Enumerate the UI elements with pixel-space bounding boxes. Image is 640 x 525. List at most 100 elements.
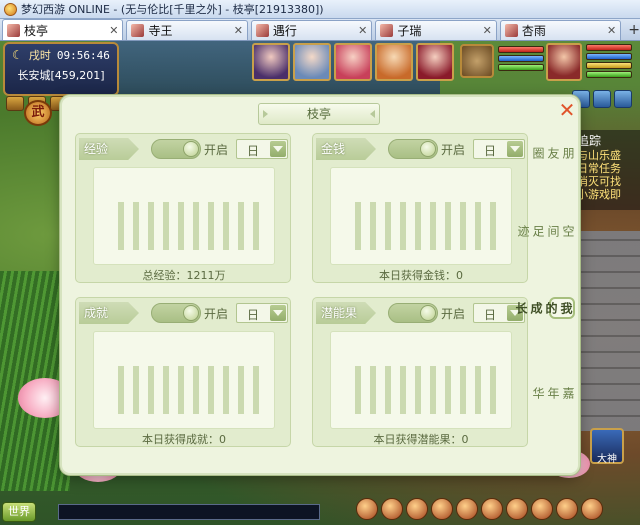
money-period-select[interactable]: 日 [473,139,525,159]
team-member-portrait[interactable] [375,43,413,81]
chart-placeholder-bar [445,202,451,250]
add-tab-icon[interactable]: + [628,22,640,40]
tab-close-icon[interactable]: ✕ [483,24,492,37]
team-member-portrait[interactable] [293,43,331,81]
toggle-knob [420,141,436,157]
buff-icon[interactable] [614,90,632,108]
chart-placeholder-bar [238,366,244,414]
team-member-portrait[interactable] [416,43,454,81]
team-member-portrait[interactable] [334,43,372,81]
team-member-portrait[interactable] [252,43,290,81]
nav-space-footprint[interactable]: 空间足迹 [516,225,575,237]
tab-close-icon[interactable]: ✕ [109,24,118,37]
tab-2[interactable]: 遇行 ✕ [250,20,373,40]
chart-placeholder-bar [178,366,184,414]
growth-dialog: 枝亭 ✕ 经验 开启 日 总经验：1211万 金钱 开启 日 本日获得金钱：0 [60,95,580,475]
player-exp-bar [586,71,632,78]
achievement-summary: 本日获得成就：0 [142,433,226,446]
moon-icon: ☾ [12,48,23,62]
chart-placeholder-bar [238,202,244,250]
player-mp-bar [586,53,632,60]
tab-0[interactable]: 枝亭 ✕ [2,19,124,40]
achievement-toggle[interactable] [151,303,201,323]
potential-toggle[interactable] [388,303,438,323]
nav-carnival[interactable]: 嘉年华 [531,387,575,399]
tab-avatar-icon [255,24,269,37]
toggle-knob [420,305,436,321]
exp-toggle[interactable] [151,139,201,159]
chart-placeholder-bar [223,366,229,414]
select-value: 日 [484,308,497,322]
chart-placeholder-bar [253,202,259,250]
chart-placeholder-bar [490,202,496,250]
exp-period-select[interactable]: 日 [236,139,288,159]
chart-placeholder-bar [355,366,361,414]
achievement-chart [93,331,275,429]
location-coordinates: 长安城[459,201] [17,69,105,82]
chart-placeholder-bar [193,366,199,414]
quest-line: 小游戏即 [577,188,621,201]
chart-placeholder-bar [223,202,229,250]
team-icon[interactable] [456,498,478,520]
nav-my-growth[interactable]: 我的成长 [514,297,575,319]
chart-placeholder-bar [133,366,139,414]
chat-input[interactable] [58,504,320,520]
trade-icon[interactable] [431,498,453,520]
chart-placeholder-bar [163,202,169,250]
task-icon[interactable] [506,498,528,520]
chevron-down-icon[interactable] [507,141,523,157]
map-icon[interactable] [6,96,24,111]
close-icon[interactable]: ✕ [557,100,577,121]
tab-1[interactable]: 寺王 ✕ [126,20,248,40]
tab-close-icon[interactable]: ✕ [607,24,616,37]
achievement-panel: 成就 开启 日 本日获得成就：0 [75,297,291,447]
quest-tracker[interactable]: 追踪 与山乐盛 日常任务 消灭可找 小游戏即 [574,130,640,210]
item-icon[interactable] [381,498,403,520]
pet-icon[interactable] [481,498,503,520]
chart-placeholder-bar [253,366,259,414]
tab-avatar-icon [7,23,20,37]
system-icon[interactable] [581,498,603,520]
pet-exp-bar [498,64,544,71]
chevron-down-icon[interactable] [270,141,286,157]
chart-placeholder-bar [118,366,124,414]
chart-placeholder-bar [460,202,466,250]
potential-chart [330,331,512,429]
attack-icon[interactable] [356,498,378,520]
world-chat-button[interactable]: 世界 [2,502,36,522]
money-panel: 金钱 开启 日 本日获得金钱：0 [312,133,528,283]
quest-tracker-title: 追踪 [577,134,602,148]
tab-close-icon[interactable]: ✕ [358,24,367,37]
select-value: 日 [247,144,260,158]
friends-icon[interactable] [556,498,578,520]
pet-mp-bar [498,55,544,62]
player-portrait[interactable] [546,43,582,81]
pet-hp-bar [498,46,544,53]
pet-status-bars [498,46,544,71]
chart-placeholder-bar [415,202,421,250]
nav-friends-circle[interactable]: 朋友圈 [531,147,575,159]
quest-line: 消灭可找 [577,175,621,188]
select-value: 日 [247,308,260,322]
tab-label: 遇行 [272,24,297,38]
quest-line: 与山乐盛 [577,149,621,162]
toggle-knob [183,141,199,157]
potential-toggle-label: 开启 [441,307,466,321]
wu-badge-icon[interactable]: 武 [24,100,52,126]
chevron-down-icon[interactable] [270,305,286,321]
pet-portrait[interactable] [460,44,494,78]
give-icon[interactable] [406,498,428,520]
achievement-period-select[interactable]: 日 [236,303,288,323]
daxia-button[interactable]: 大神 [590,428,624,465]
dialog-title: 枝亭 [258,103,380,125]
buff-icon[interactable] [593,90,611,108]
tab-close-icon[interactable]: ✕ [234,24,243,37]
player-status-bars [586,44,632,78]
tab-bar: 枝亭 ✕ 寺王 ✕ 遇行 ✕ 子瑞 ✕ 杏雨 ✕ + [0,19,640,41]
clock-label: 戌时 [28,49,51,62]
guild-icon[interactable] [531,498,553,520]
tab-3[interactable]: 子瑞 ✕ [375,20,497,40]
time-location-panel: ☾ 戌时 09:56:46 长安城[459,201] [3,42,119,96]
money-toggle[interactable] [388,139,438,159]
tab-4[interactable]: 杏雨 ✕ [499,20,622,40]
